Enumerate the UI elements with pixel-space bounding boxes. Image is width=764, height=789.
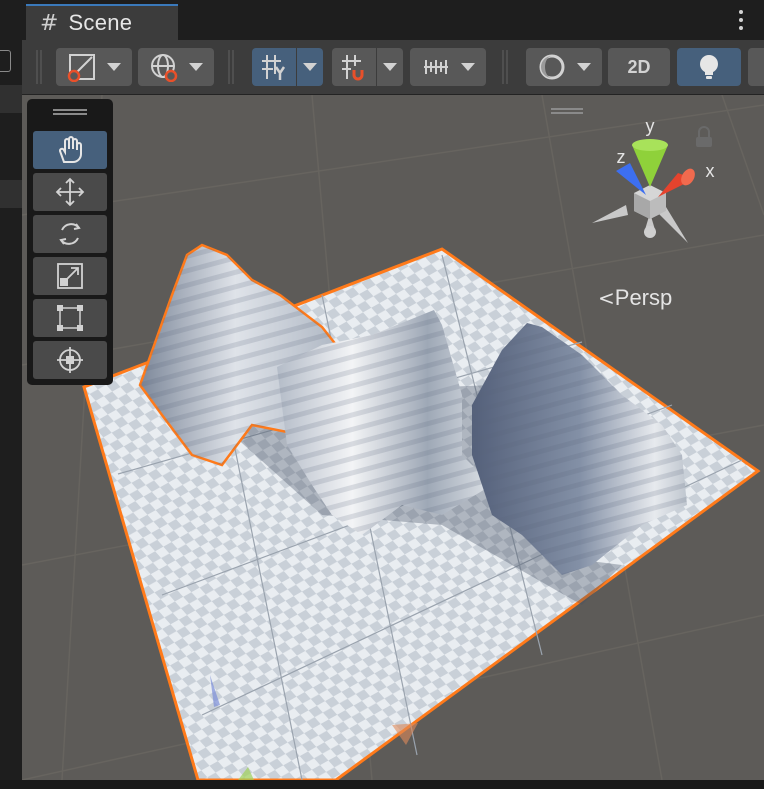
- kebab-menu-icon[interactable]: [738, 10, 744, 30]
- scale-icon: [57, 263, 83, 289]
- move-tool-button[interactable]: [33, 173, 107, 211]
- scene-toolbar: 2D: [22, 40, 764, 95]
- draw-mode-dropdown[interactable]: [56, 48, 132, 86]
- increment-snap-icon: [342, 55, 364, 81]
- gizmo-grip[interactable]: [551, 108, 583, 114]
- projection-toggle[interactable]: <Persp: [598, 285, 672, 311]
- global-space-dropdown[interactable]: [138, 48, 214, 86]
- render-mode-dropdown[interactable]: [526, 48, 602, 86]
- rect-transform-icon: [57, 305, 83, 331]
- left-panel-row[interactable]: [0, 85, 22, 113]
- tab-title: Scene: [68, 10, 133, 35]
- rotate-tool-button[interactable]: [33, 215, 107, 253]
- toolbar-grip[interactable]: [36, 50, 42, 84]
- move-icon: [55, 177, 85, 207]
- transform-tool-button[interactable]: [33, 341, 107, 379]
- orientation-gizmo[interactable]: y z x: [588, 115, 718, 255]
- projection-label: Persp: [614, 285, 673, 310]
- grid-snap-dropdown[interactable]: [297, 48, 323, 86]
- x-axis-label: x: [706, 161, 715, 181]
- scale-tool-button[interactable]: [33, 257, 107, 295]
- grid-ruler-icon: [424, 60, 448, 74]
- render-mode-icon: [539, 54, 565, 80]
- tools-overlay-grip[interactable]: [53, 109, 87, 115]
- left-panel-tab[interactable]: [0, 50, 11, 72]
- grid-ruler-dropdown[interactable]: [410, 48, 486, 86]
- scene-tab[interactable]: # Scene: [26, 4, 178, 40]
- transform-icon: [57, 347, 83, 373]
- lightbulb-icon: [700, 55, 718, 79]
- tab-bar: # Scene: [22, 0, 764, 40]
- rotate-icon: [59, 223, 81, 245]
- hash-icon: #: [40, 10, 59, 36]
- hand-tool-button[interactable]: [33, 131, 107, 169]
- bottom-border: [0, 780, 764, 789]
- rect-tool-button[interactable]: [33, 299, 107, 337]
- tools-overlay: [27, 99, 113, 385]
- left-panel-strip: [0, 0, 22, 789]
- grid-snap-toggle[interactable]: [252, 48, 296, 86]
- toolbar-grip[interactable]: [228, 50, 234, 84]
- hand-icon: [59, 136, 82, 163]
- lighting-toggle[interactable]: [677, 48, 741, 86]
- left-panel-row[interactable]: [0, 180, 22, 208]
- y-axis-label: y: [646, 116, 655, 136]
- toolbar-overflow-button[interactable]: [748, 48, 764, 86]
- grid-snap-icon: [262, 55, 286, 80]
- increment-snap-dropdown[interactable]: [377, 48, 403, 86]
- shaded-draw-mode-icon: [67, 54, 95, 82]
- 2d-label: 2D: [627, 56, 651, 77]
- z-axis-label: z: [617, 147, 626, 167]
- lock-icon[interactable]: [696, 126, 712, 147]
- 2d-mode-toggle[interactable]: 2D: [608, 48, 670, 86]
- global-space-icon: [151, 54, 178, 82]
- chevron-left-icon: <: [598, 286, 615, 310]
- increment-snap-toggle[interactable]: [332, 48, 376, 86]
- toolbar-grip[interactable]: [502, 50, 508, 84]
